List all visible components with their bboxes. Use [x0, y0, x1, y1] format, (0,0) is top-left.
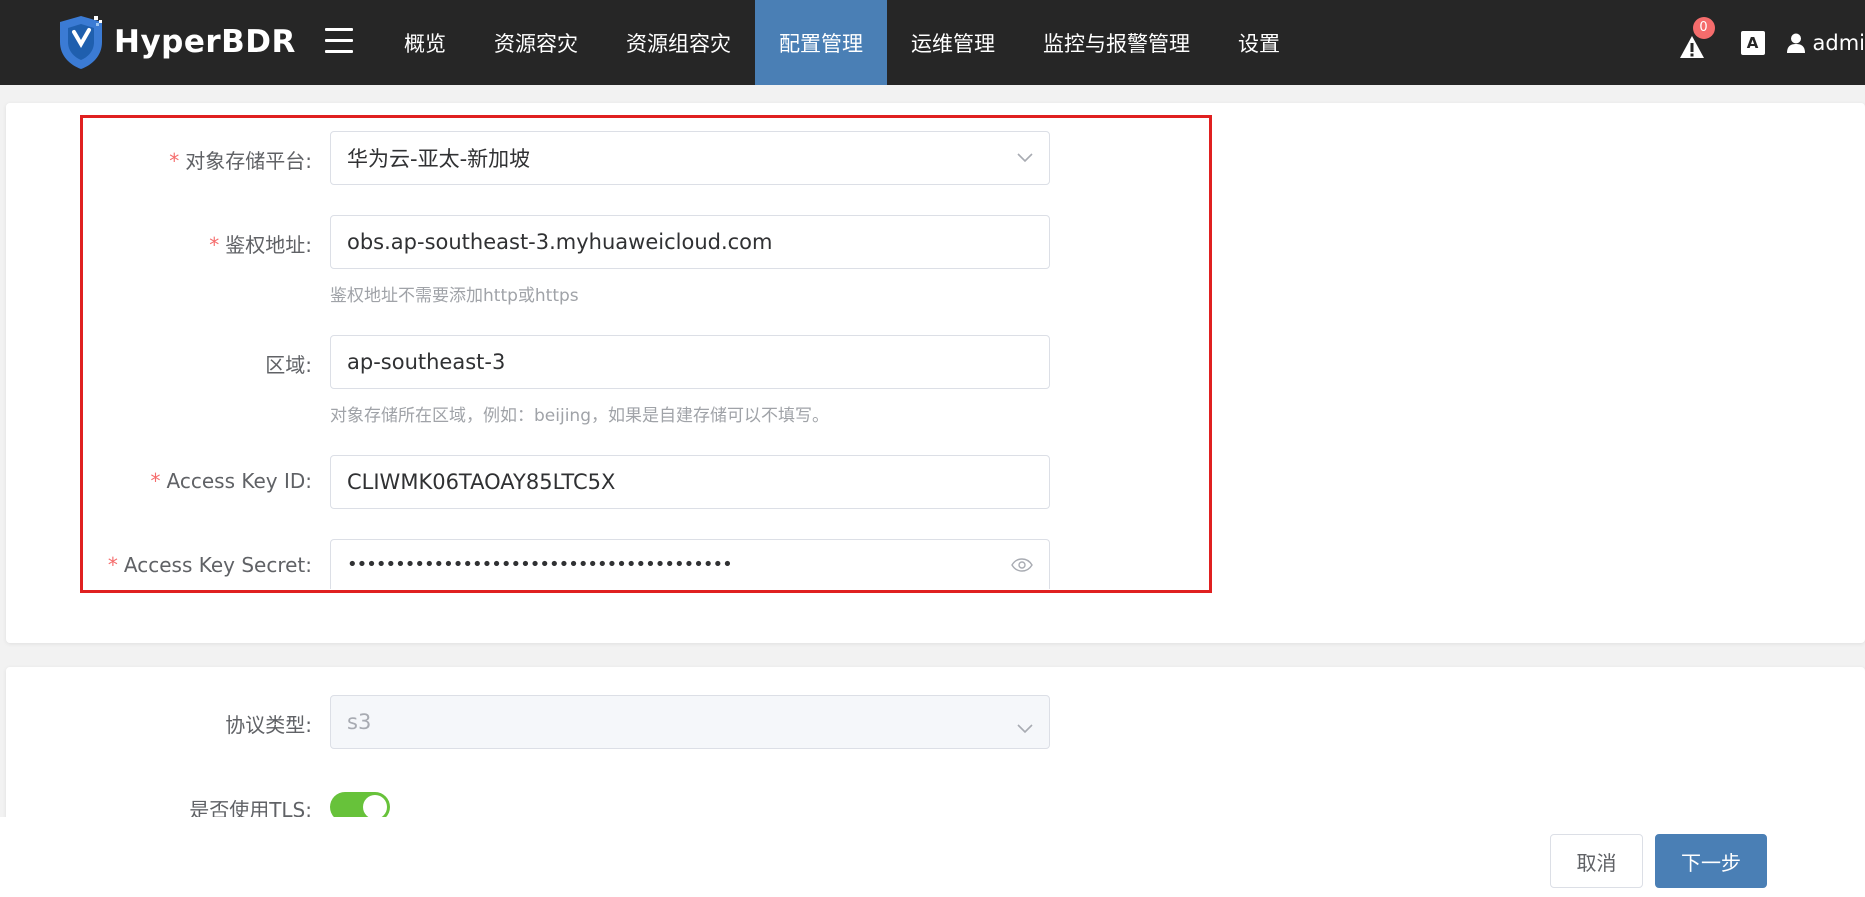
endpoint-hint: 鉴权地址不需要添加http或https	[330, 286, 579, 306]
region-input[interactable]: ap-southeast-3	[330, 335, 1050, 389]
user-icon	[1786, 33, 1805, 53]
brand-name: HyperBDR	[114, 24, 296, 60]
protocol-select[interactable]: s3	[330, 695, 1050, 749]
hyperbdr-logo-icon	[60, 16, 102, 69]
user-menu[interactable]: admi	[1786, 30, 1865, 55]
brand[interactable]: HyperBDR	[56, 14, 296, 70]
nav-item-resource-dr[interactable]: 资源容灾	[470, 0, 602, 85]
alert-count-badge: 0	[1692, 16, 1715, 39]
cancel-button[interactable]: 取消	[1550, 834, 1643, 888]
next-step-button[interactable]: 下一步	[1655, 834, 1767, 888]
chevron-down-icon	[1017, 724, 1033, 734]
nav-item-overview[interactable]: 概览	[380, 0, 470, 85]
footer-actions: 取消 下一步	[0, 817, 1865, 897]
access-key-id-label: * Access Key ID:	[150, 469, 312, 493]
protocol-label: 协议类型:	[225, 713, 312, 737]
top-right-tools: 0 A admi	[1679, 0, 1865, 85]
toggle-knob	[363, 795, 387, 819]
alert-button[interactable]: 0	[1679, 16, 1715, 60]
user-name: admi	[1812, 30, 1865, 55]
region-hint: 对象存储所在区域，例如：beijing，如果是自建存储可以不填写。	[330, 406, 829, 426]
nav-item-config-management[interactable]: 配置管理	[755, 0, 887, 85]
eye-icon[interactable]	[1011, 557, 1033, 572]
top-navigation-bar: HyperBDR 概览 资源容灾 资源组容灾 配置管理 运维管理 监控与报警管理…	[0, 0, 1865, 85]
language-switch-icon[interactable]: A	[1740, 30, 1765, 55]
access-key-secret-input[interactable]: ••••••••••••••••••••••••••••••••••••••••	[330, 539, 1050, 589]
platform-label: * 对象存储平台:	[169, 149, 312, 173]
endpoint-label: * 鉴权地址:	[209, 233, 312, 257]
menu-toggle-icon[interactable]	[325, 28, 353, 54]
nav-item-resource-group-dr[interactable]: 资源组容灾	[602, 0, 755, 85]
chevron-down-icon	[1017, 153, 1033, 163]
endpoint-input[interactable]: obs.ap-southeast-3.myhuaweicloud.com	[330, 215, 1050, 269]
nav-item-settings[interactable]: 设置	[1214, 0, 1304, 85]
nav-item-monitoring-alerts[interactable]: 监控与报警管理	[1019, 0, 1214, 85]
access-key-secret-label: * Access Key Secret:	[107, 553, 312, 577]
nav-item-ops-management[interactable]: 运维管理	[887, 0, 1019, 85]
platform-select[interactable]: 华为云-亚太-新加坡	[330, 131, 1050, 185]
access-key-id-input[interactable]: CLIWMK06TAOAY85LTC5X	[330, 455, 1050, 509]
region-label: 区域:	[265, 353, 312, 377]
main-nav: 概览 资源容灾 资源组容灾 配置管理 运维管理 监控与报警管理 设置	[380, 0, 1304, 85]
